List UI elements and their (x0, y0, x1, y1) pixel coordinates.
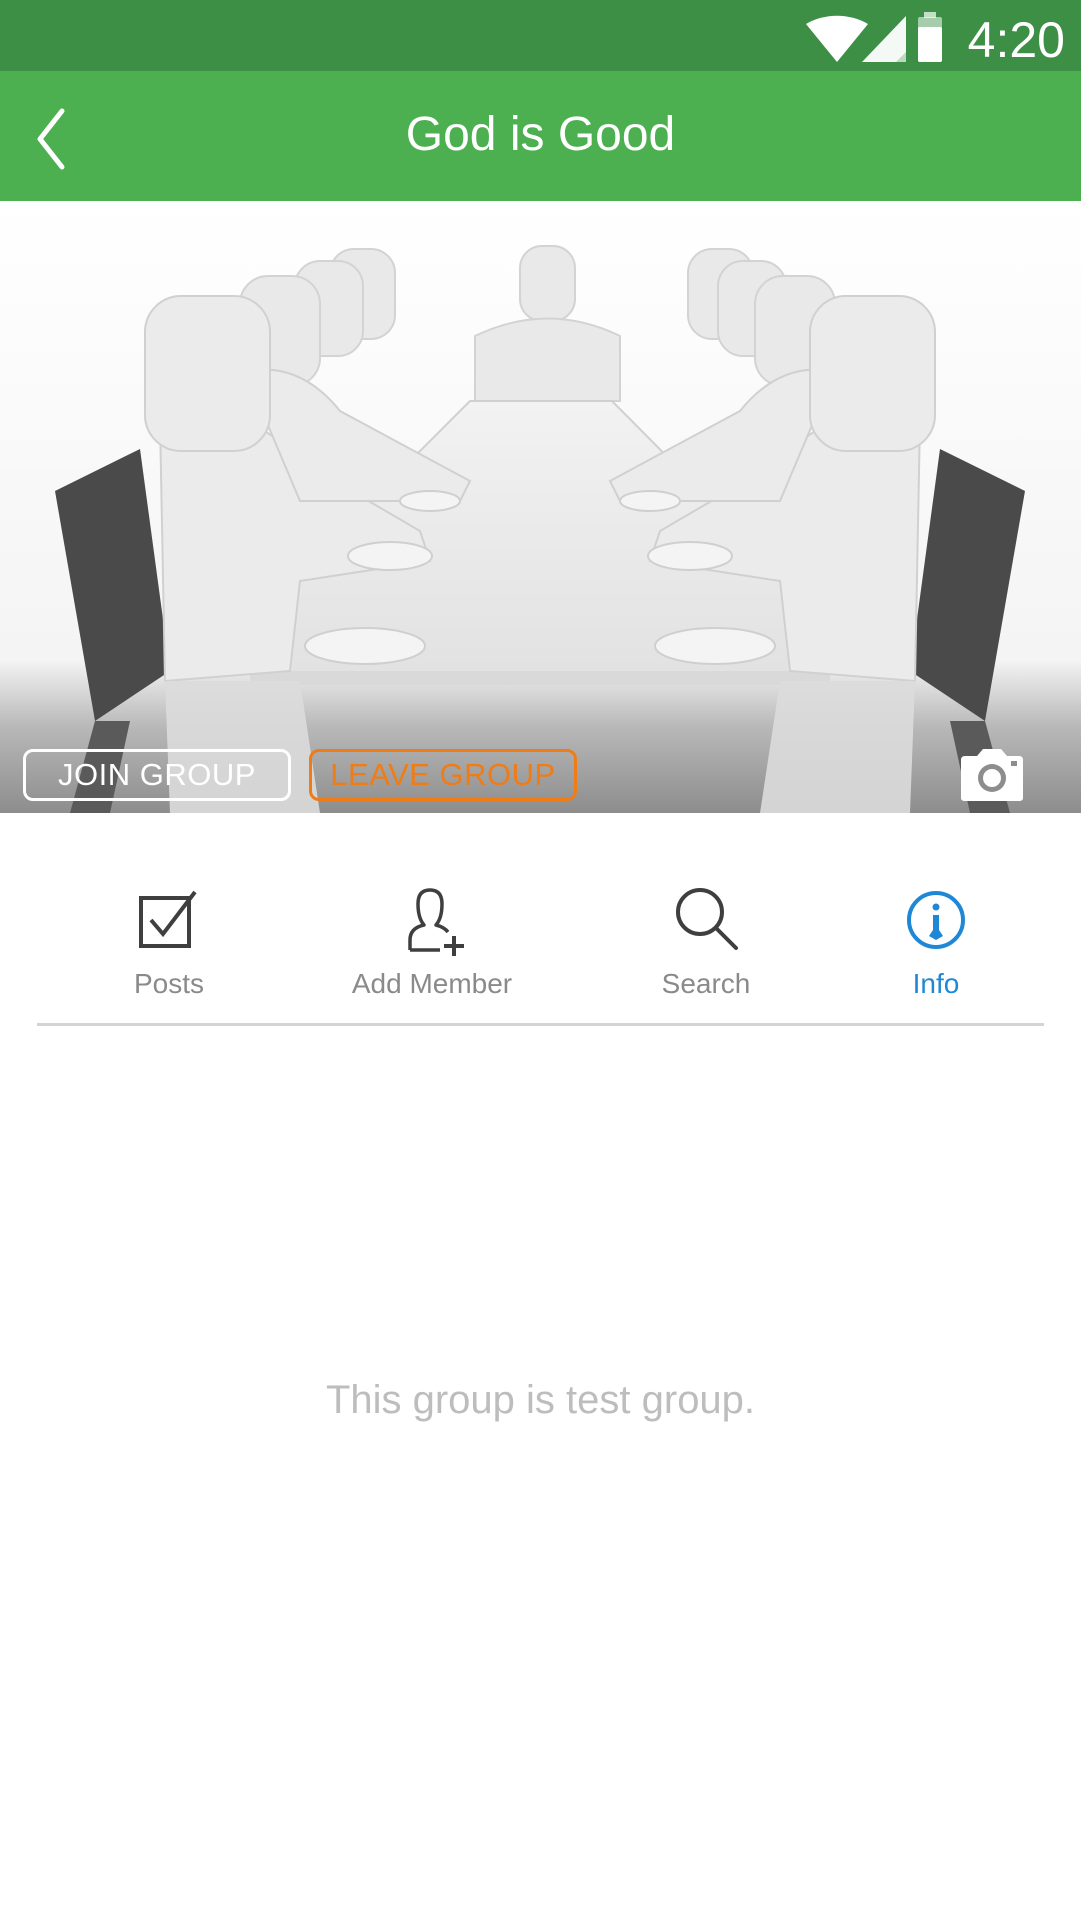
camera-icon[interactable] (957, 746, 1027, 804)
status-icons (806, 12, 942, 62)
add-person-icon (408, 888, 464, 956)
wifi-icon (806, 15, 868, 62)
meeting-table-illustration (55, 245, 1025, 813)
leave-group-button[interactable]: LEAVE GROUP (309, 749, 577, 801)
app-bar: God is Good (0, 71, 1081, 201)
tab-search[interactable]: Search (586, 860, 826, 1010)
tab-search-label: Search (661, 968, 751, 999)
page-title: God is Good (405, 108, 676, 161)
tab-info-label: Info (912, 968, 960, 999)
status-bar: 4:20 (0, 0, 1081, 71)
tab-posts-label: Posts (133, 968, 205, 999)
group-cover-image: JOIN GROUP LEAVE GROUP (0, 201, 1081, 813)
group-tabs: Posts Add Member Search Info (0, 860, 1081, 1010)
battery-icon (918, 12, 942, 62)
tab-add-member-label: Add Member (351, 968, 513, 999)
group-description: This group is test group. (325, 1378, 756, 1422)
tab-add-member[interactable]: Add Member (312, 860, 552, 1010)
tabs-divider (37, 1023, 1044, 1026)
info-icon (907, 891, 965, 949)
cell-signal-icon (862, 16, 906, 62)
join-group-button[interactable]: JOIN GROUP (23, 749, 291, 801)
status-time: 4:20 (967, 12, 1065, 68)
tab-posts[interactable]: Posts (49, 860, 289, 1010)
search-icon (676, 888, 738, 950)
checkbox-icon (139, 890, 197, 948)
tab-info[interactable]: Info (816, 860, 1056, 1010)
